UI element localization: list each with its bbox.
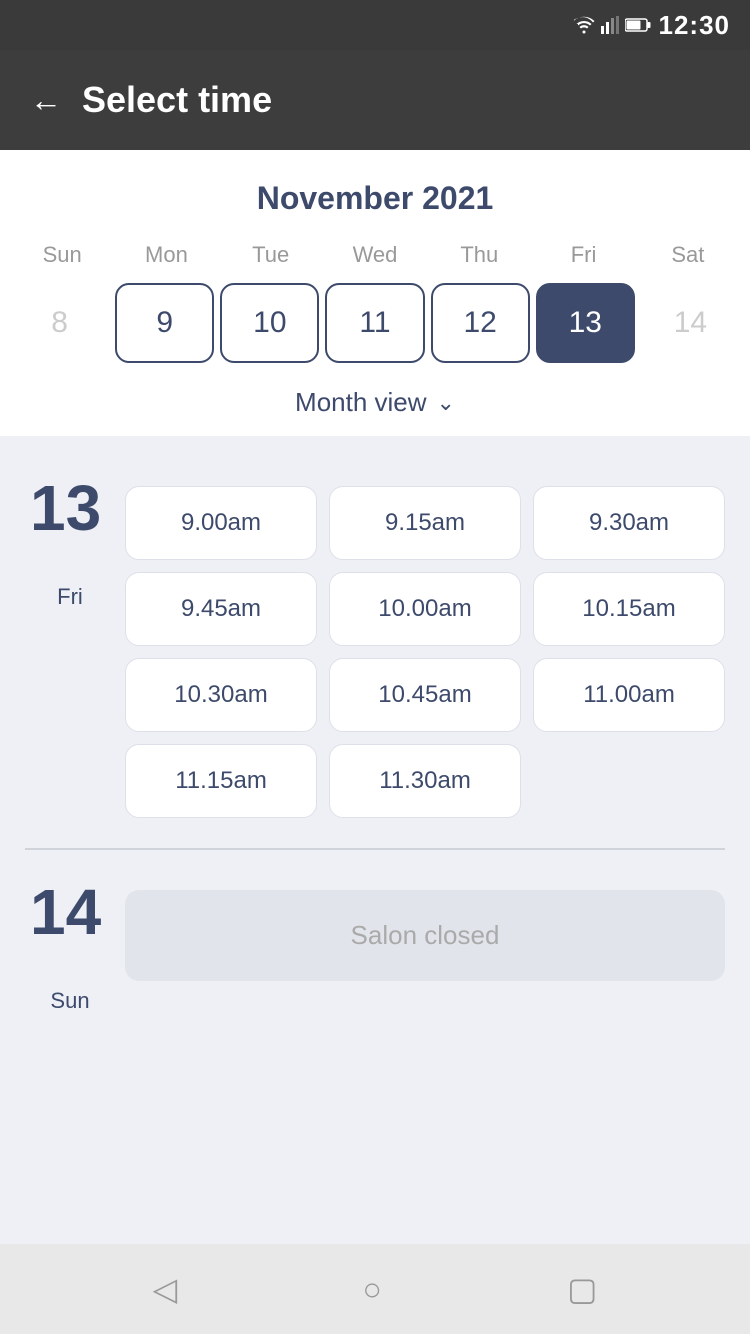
weekday-thu: Thu	[427, 237, 531, 273]
weekday-mon: Mon	[114, 237, 218, 273]
chevron-down-icon: ⌄	[437, 390, 455, 416]
date-10[interactable]: 10	[220, 283, 319, 363]
date-9[interactable]: 9	[115, 283, 214, 363]
clock-time: 12:30	[659, 10, 731, 41]
battery-icon	[625, 18, 651, 32]
bottom-nav: ◁ ○ ▢	[0, 1244, 750, 1334]
slot-10-45am[interactable]: 10.45am	[329, 658, 521, 732]
time-section: 13 Fri 9.00am 9.15am 9.30am 9.45am 10.00…	[0, 436, 750, 1244]
day-13-row: 13 Fri 9.00am 9.15am 9.30am 9.45am 10.00…	[0, 456, 750, 838]
slot-11-15am[interactable]: 11.15am	[125, 744, 317, 818]
slot-10-30am[interactable]: 10.30am	[125, 658, 317, 732]
weekday-sat: Sat	[636, 237, 740, 273]
day-13-name: Fri	[57, 584, 83, 610]
date-12[interactable]: 12	[431, 283, 530, 363]
weekday-sun: Sun	[10, 237, 114, 273]
day-14-label: 14 Sun	[25, 880, 115, 1014]
calendar-section: November 2021 Sun Mon Tue Wed Thu Fri Sa…	[0, 150, 750, 436]
date-14[interactable]: 14	[641, 283, 740, 363]
month-view-label: Month view	[295, 387, 427, 418]
divider	[25, 848, 725, 850]
day-14-name: Sun	[50, 988, 89, 1014]
page-title: Select time	[82, 79, 272, 121]
day-14-row: 14 Sun Salon closed	[0, 860, 750, 1034]
slot-11-00am[interactable]: 11.00am	[533, 658, 725, 732]
weekday-row: Sun Mon Tue Wed Thu Fri Sat	[0, 237, 750, 273]
signal-icon	[601, 16, 619, 34]
status-bar: 12:30	[0, 0, 750, 50]
slot-10-00am[interactable]: 10.00am	[329, 572, 521, 646]
status-icons	[573, 16, 651, 34]
date-13[interactable]: 13	[536, 283, 635, 363]
day-13-label: 13 Fri	[25, 476, 115, 610]
day-13-slots: 9.00am 9.15am 9.30am 9.45am 10.00am 10.1…	[125, 486, 725, 818]
wifi-icon	[573, 16, 595, 34]
day-13-number: 13	[30, 476, 110, 540]
weekday-tue: Tue	[219, 237, 323, 273]
slot-9-00am[interactable]: 9.00am	[125, 486, 317, 560]
slot-9-15am[interactable]: 9.15am	[329, 486, 521, 560]
weekday-fri: Fri	[531, 237, 635, 273]
app-header: ← Select time	[0, 50, 750, 150]
back-nav-button[interactable]: ◁	[153, 1270, 178, 1308]
dates-row: 8 9 10 11 12 13 14	[0, 273, 750, 373]
slot-11-30am[interactable]: 11.30am	[329, 744, 521, 818]
date-8[interactable]: 8	[10, 283, 109, 363]
salon-closed-label: Salon closed	[351, 920, 500, 951]
slot-10-15am[interactable]: 10.15am	[533, 572, 725, 646]
home-nav-button[interactable]: ○	[363, 1271, 382, 1308]
date-11[interactable]: 11	[325, 283, 424, 363]
slot-9-45am[interactable]: 9.45am	[125, 572, 317, 646]
month-label: November 2021	[0, 170, 750, 237]
back-button[interactable]: ←	[30, 82, 62, 119]
month-view-toggle[interactable]: Month view ⌄	[0, 373, 750, 436]
day-14-number: 14	[30, 880, 110, 944]
recent-nav-button[interactable]: ▢	[567, 1270, 597, 1308]
salon-closed-block: Salon closed	[125, 890, 725, 981]
slot-9-30am[interactable]: 9.30am	[533, 486, 725, 560]
weekday-wed: Wed	[323, 237, 427, 273]
